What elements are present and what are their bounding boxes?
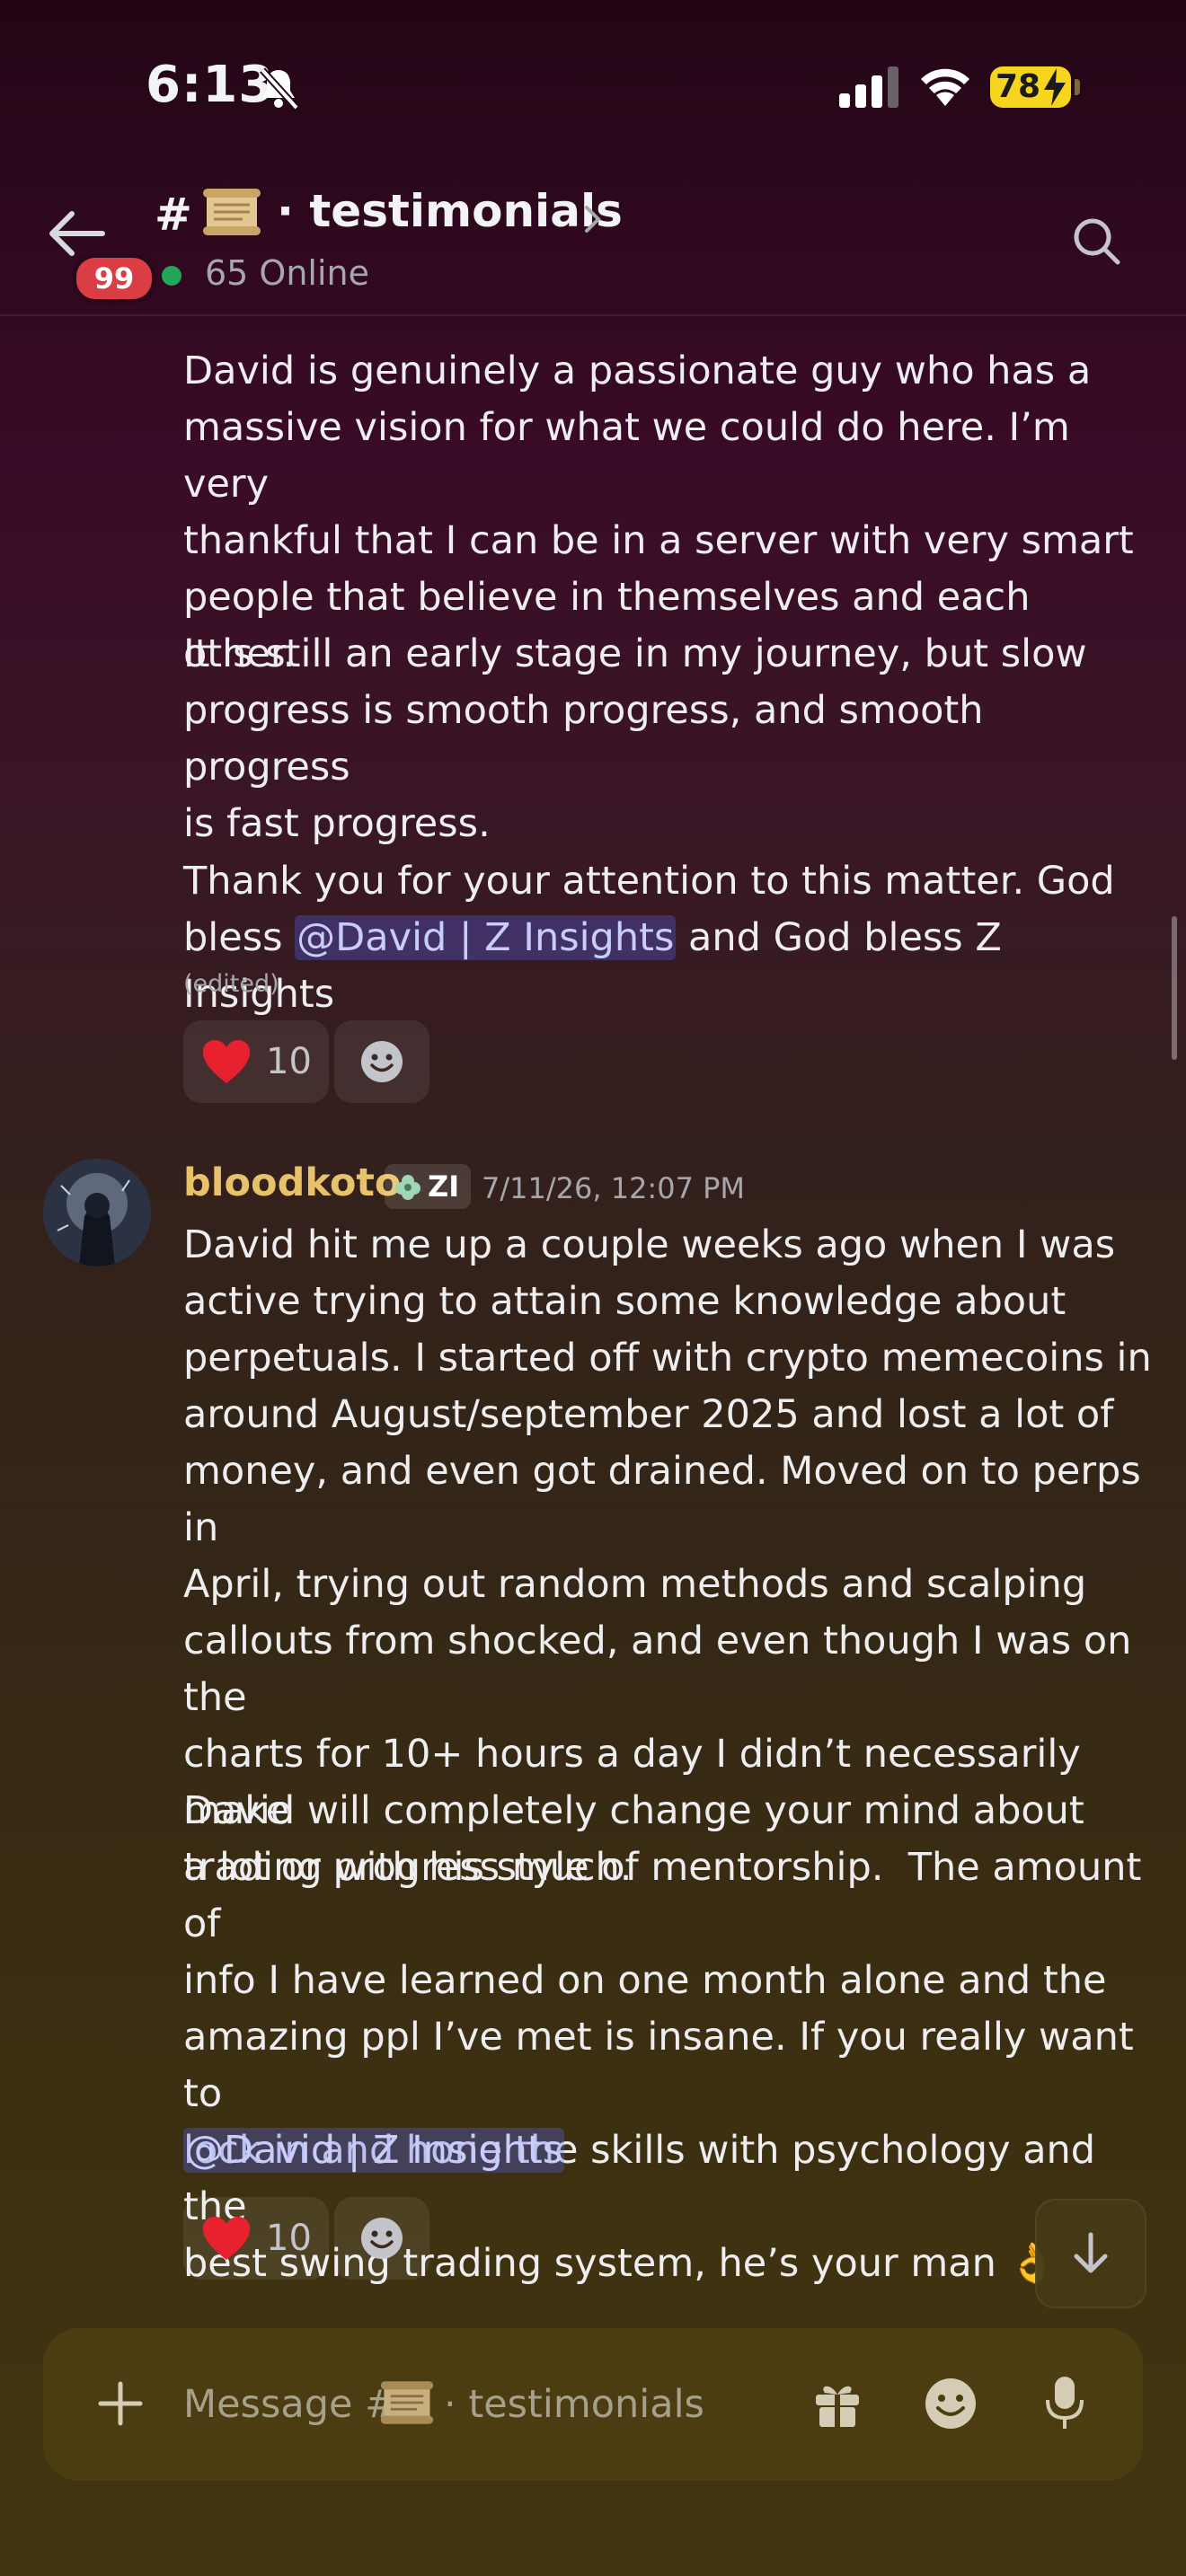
jump-to-latest-button[interactable] xyxy=(1035,2199,1146,2308)
clover-icon xyxy=(395,1175,420,1200)
chevron-right-icon[interactable] xyxy=(582,203,604,235)
heart-icon xyxy=(203,1040,250,1083)
bell-slash-icon xyxy=(260,67,299,110)
add-reaction-icon xyxy=(361,2218,403,2259)
emoji-icon[interactable] xyxy=(924,2377,978,2430)
message-timestamp: 7/11/26, 12:07 PM xyxy=(482,1171,745,1205)
reaction-count: 10 xyxy=(266,1041,312,1082)
wifi-icon xyxy=(921,68,969,106)
gift-icon[interactable] xyxy=(812,2378,863,2429)
message-paragraph: Thank you for your attention to this mat… xyxy=(183,853,1154,1023)
heart-reaction[interactable]: 10 xyxy=(183,2197,329,2280)
online-count: 65 Online xyxy=(205,253,370,293)
plus-icon[interactable] xyxy=(97,2380,144,2427)
add-reaction-icon xyxy=(361,1041,403,1082)
scroll-icon xyxy=(203,189,261,235)
signal-icon xyxy=(839,66,898,108)
channel-hash[interactable]: # xyxy=(155,189,192,241)
composer-placeholder[interactable]: Message # xyxy=(183,2380,397,2429)
heart-reaction[interactable]: 10 xyxy=(183,1020,329,1103)
charging-bolt-icon xyxy=(1044,68,1066,106)
scroll-icon xyxy=(380,2381,434,2424)
scrollbar[interactable] xyxy=(1172,916,1177,1060)
back-arrow-icon[interactable] xyxy=(47,208,106,259)
arrow-down-icon xyxy=(1074,2232,1108,2273)
search-icon[interactable] xyxy=(1071,216,1121,266)
role-tag[interactable]: ZI xyxy=(385,1164,471,1209)
mic-icon[interactable] xyxy=(1042,2375,1087,2430)
add-reaction-button[interactable] xyxy=(334,2197,429,2280)
edited-label: (edited) xyxy=(183,970,279,998)
role-tag-label: ZI xyxy=(428,1169,460,1204)
avatar[interactable] xyxy=(43,1159,151,1266)
add-reaction-button[interactable] xyxy=(334,1020,429,1103)
composer-channel-name[interactable]: · testimonials xyxy=(444,2380,704,2429)
message-paragraph: @David | Z Insights xyxy=(183,2122,1154,2179)
unread-badge: 99 xyxy=(72,253,156,304)
message-paragraph: David will completely change your mind a… xyxy=(183,1788,1142,2286)
status-bar: 6:13 78 xyxy=(0,0,1186,171)
message-composer[interactable]: Message # · testimonials xyxy=(43,2328,1143,2481)
avatar-image xyxy=(43,1159,151,1266)
reaction-count: 10 xyxy=(266,2218,312,2259)
username[interactable]: bloodkoto xyxy=(183,1160,401,1205)
battery-tip xyxy=(1075,79,1080,95)
user-mention[interactable]: @David | Z Insights xyxy=(295,915,677,960)
heart-icon xyxy=(203,2217,250,2260)
message-paragraph: It is still an early stage in my journey… xyxy=(183,631,1087,846)
channel-title[interactable]: · testimonials xyxy=(277,185,623,237)
user-mention[interactable]: @David | Z Insights xyxy=(183,2128,565,2173)
online-status-dot xyxy=(162,266,181,286)
